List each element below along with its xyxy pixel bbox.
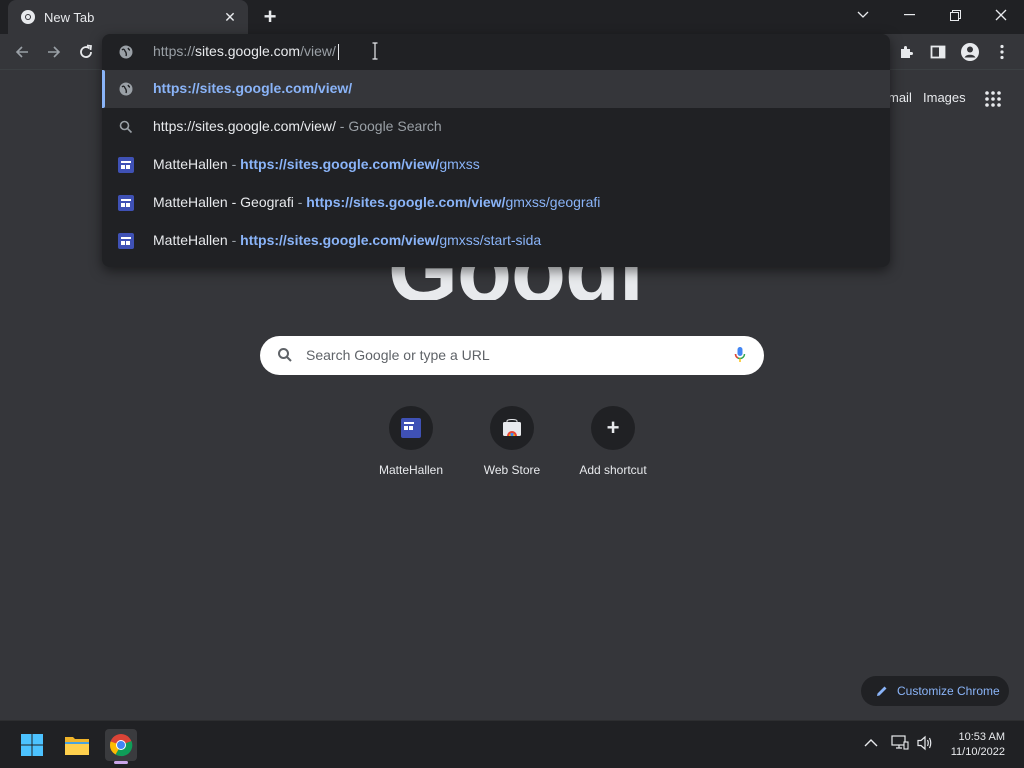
suggestion-part: https://sites.google.com/view/ — [240, 232, 440, 248]
customize-chrome-button[interactable]: Customize Chrome — [861, 676, 1009, 706]
chevron-up-icon[interactable] — [864, 735, 878, 751]
web-store-icon — [490, 406, 534, 450]
suggestion-row[interactable]: https://sites.google.com/view/ - Google … — [102, 108, 890, 146]
suggestion-part: - — [227, 156, 241, 172]
shortcut-label: MatteHallen — [378, 463, 444, 477]
google-sites-icon — [118, 157, 134, 173]
suggestion-part: - — [293, 194, 307, 210]
suggestion-part: MatteHallen - Geografi — [153, 194, 294, 210]
profile-avatar-icon[interactable] — [956, 38, 984, 66]
search-icon — [118, 119, 134, 135]
windows-taskbar: 10:53 AM 11/10/2022 — [0, 720, 1024, 768]
text-caret — [337, 44, 339, 61]
reload-icon[interactable] — [72, 38, 100, 66]
taskbar-clock[interactable]: 10:53 AM 11/10/2022 — [951, 730, 1005, 760]
images-link[interactable]: Images — [923, 90, 966, 105]
omnibox-dropdown: https://sites.google.com/view/ https://s… — [102, 34, 890, 267]
suggestion-part: gmxss/start-sida — [439, 232, 542, 248]
back-arrow-icon[interactable] — [8, 38, 36, 66]
network-icon[interactable] — [891, 735, 909, 754]
tab-title: New Tab — [44, 9, 95, 25]
shortcut-label: Add shortcut — [579, 463, 647, 477]
shortcut-add[interactable]: + Add shortcut — [563, 406, 663, 477]
globe-icon — [118, 44, 134, 60]
search-placeholder: Search Google or type a URL — [306, 347, 490, 363]
suggestion-text: MatteHallen - https://sites.google.com/v… — [153, 232, 541, 248]
new-tab-button[interactable]: + — [258, 4, 282, 29]
suggestion-row[interactable]: MatteHallen - https://sites.google.com/v… — [102, 222, 890, 260]
minimize-button[interactable] — [886, 0, 932, 30]
tab-search-icon[interactable] — [840, 0, 886, 30]
shortcut-web-store[interactable]: Web Store — [462, 406, 562, 477]
close-window-button[interactable] — [978, 0, 1024, 30]
suggestion-part: https://sites.google.com/view/ — [306, 194, 506, 210]
suggestion-text: MatteHallen - https://sites.google.com/v… — [153, 156, 480, 172]
customize-label: Customize Chrome — [897, 684, 1000, 698]
url-path: /view/ — [300, 43, 336, 59]
suggestion-part: https://sites.google.com/view/ — [240, 156, 440, 172]
suggestion-part: MatteHallen — [153, 156, 228, 172]
shortcut-mattehallen[interactable]: MatteHallen — [361, 406, 461, 477]
menu-kebab-icon[interactable] — [988, 38, 1016, 66]
google-logo-text: Google — [388, 267, 638, 300]
extensions-icon[interactable] — [892, 38, 920, 66]
google-sites-icon — [118, 195, 134, 211]
google-logo: Google — [388, 267, 638, 300]
restore-button[interactable] — [932, 0, 978, 30]
suggestion-part: https://sites.google.com/view/ — [153, 118, 336, 134]
gmail-link[interactable]: mail — [888, 90, 912, 105]
microphone-icon[interactable] — [734, 346, 746, 364]
active-app-indicator — [114, 761, 128, 764]
plus-symbol: + — [606, 415, 620, 440]
forward-arrow-icon[interactable] — [40, 38, 68, 66]
tab-strip: New Tab ✕ + — [0, 0, 1024, 34]
suggestion-part: gmxss/geografi — [505, 194, 601, 210]
shortcut-label: Web Store — [483, 463, 541, 477]
file-explorer-icon[interactable] — [61, 729, 93, 761]
url-host: sites.google.com — [195, 43, 301, 59]
pencil-icon — [875, 684, 889, 698]
suggestion-row[interactable]: MatteHallen - Geografi - https://sites.g… — [102, 184, 890, 222]
omnibox-input[interactable]: https://sites.google.com/view/ — [153, 43, 339, 61]
suggestion-part: - — [227, 232, 241, 248]
close-tab-icon[interactable]: ✕ — [220, 7, 240, 27]
chrome-taskbar-icon[interactable] — [105, 729, 137, 761]
suggestion-part: - Google Search — [335, 118, 442, 134]
suggestion-text: https://sites.google.com/view/ — [153, 80, 352, 96]
suggestion-text: https://sites.google.com/view/ - Google … — [153, 118, 442, 134]
window-controls — [840, 0, 1024, 30]
volume-icon[interactable] — [916, 735, 934, 754]
suggestion-part: gmxss — [439, 156, 480, 172]
suggestion-text: MatteHallen - Geografi - https://sites.g… — [153, 194, 600, 210]
search-icon — [277, 347, 293, 363]
windows-start-icon[interactable] — [16, 729, 48, 761]
side-panel-icon[interactable] — [924, 38, 952, 66]
ibeam-cursor-icon — [372, 42, 378, 60]
ntp-search-box[interactable]: Search Google or type a URL — [260, 336, 764, 375]
suggestion-part: https://sites.google.com/view/ — [153, 80, 353, 96]
suggestion-part: MatteHallen — [153, 232, 228, 248]
omnibox[interactable]: https://sites.google.com/view/ — [102, 34, 890, 70]
plus-icon: + — [591, 406, 635, 450]
google-apps-icon[interactable] — [985, 91, 1001, 107]
suggestion-row[interactable]: https://sites.google.com/view/ — [102, 70, 890, 108]
tab-new-tab[interactable]: New Tab ✕ — [8, 0, 248, 34]
url-scheme: https:// — [153, 43, 196, 59]
clock-time: 10:53 AM — [958, 731, 1005, 743]
suggestion-row[interactable]: MatteHallen - https://sites.google.com/v… — [102, 146, 890, 184]
chrome-icon — [20, 9, 36, 25]
google-sites-icon — [118, 233, 134, 249]
clock-date: 11/10/2022 — [950, 746, 1005, 758]
google-sites-icon — [389, 406, 433, 450]
globe-icon — [118, 81, 134, 97]
